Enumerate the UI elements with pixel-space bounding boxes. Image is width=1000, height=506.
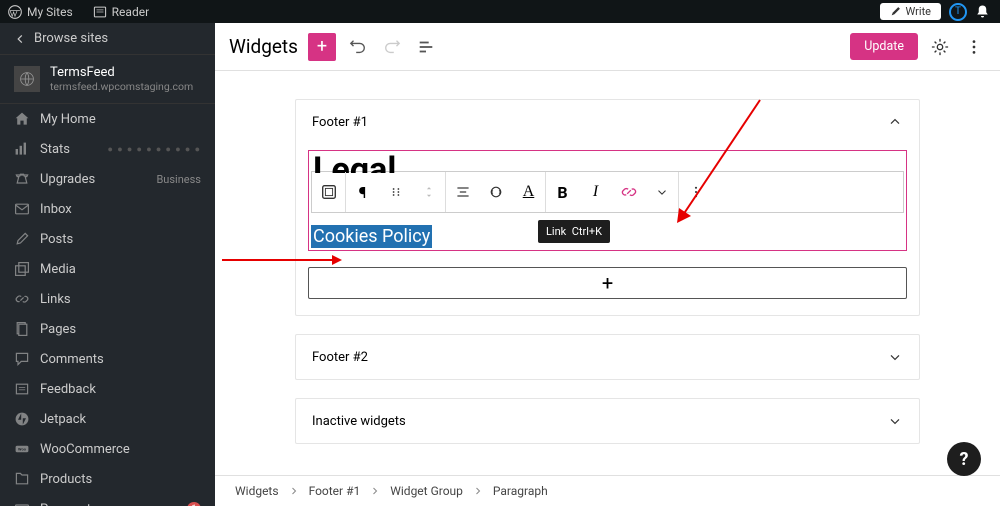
transform-button[interactable] (479, 172, 512, 212)
footer-2-header[interactable]: Footer #2 (296, 335, 919, 379)
more-formatting-button[interactable] (645, 172, 678, 212)
breadcrumb-item[interactable]: Paragraph (493, 484, 548, 498)
sidebar-item-inbox[interactable]: Inbox (0, 194, 215, 224)
avatar[interactable]: T (949, 3, 967, 21)
link-button[interactable] (612, 172, 645, 212)
link-icon (620, 183, 638, 201)
sidebar-item-my-home[interactable]: My Home (0, 104, 215, 134)
sidebar-item-feedback[interactable]: Feedback (0, 374, 215, 404)
chevron-left-icon (14, 33, 26, 45)
breadcrumb: Widgets Footer #1 Widget Group Paragraph (215, 475, 1000, 506)
woo-icon: Woo (14, 441, 30, 457)
my-sites-link[interactable]: My Sites (0, 5, 81, 19)
footer-1-panel: Footer #1 Legal ¶ (295, 99, 920, 316)
sidebar-item-pages[interactable]: Pages (0, 314, 215, 344)
paragraph-button[interactable]: ¶ (346, 172, 379, 212)
inactive-widgets-panel: Inactive widgets (295, 398, 920, 444)
chevron-right-icon (289, 486, 299, 496)
sidebar-item-posts[interactable]: Posts (0, 224, 215, 254)
comments-icon (14, 351, 30, 367)
reader-label: Reader (112, 5, 149, 19)
list-view-button[interactable] (414, 35, 438, 59)
inactive-widgets-header[interactable]: Inactive widgets (296, 399, 919, 443)
add-block-button[interactable]: + (308, 33, 336, 61)
my-sites-label: My Sites (27, 5, 73, 19)
block-more-button[interactable] (679, 172, 712, 212)
heading-block[interactable]: Legal (311, 153, 904, 173)
add-block-inline-button[interactable]: + (308, 267, 907, 299)
undo-button[interactable] (346, 35, 370, 59)
badge: 1 (187, 502, 201, 506)
drag-icon (390, 186, 402, 198)
svg-text:Woo: Woo (18, 447, 27, 452)
pages-icon (14, 321, 30, 337)
gear-icon (931, 38, 949, 56)
reader-link[interactable]: Reader (85, 5, 157, 19)
chevron-down-icon (887, 413, 903, 429)
sidebar-item-comments[interactable]: Comments (0, 344, 215, 374)
reader-icon (93, 5, 107, 19)
breadcrumb-item[interactable]: Footer #1 (309, 484, 361, 498)
chevron-down-icon (887, 349, 903, 365)
footer-2-panel: Footer #2 (295, 334, 920, 380)
sidebar-item-payments[interactable]: Payments1 (0, 494, 215, 506)
chevron-up-icon (887, 114, 903, 130)
align-button[interactable] (446, 172, 479, 212)
help-button[interactable]: ? (947, 442, 981, 476)
sidebar-item-woocommerce[interactable]: WooWooCommerce (0, 434, 215, 464)
bold-button[interactable]: B (546, 172, 579, 212)
home-icon (14, 111, 30, 127)
stats-icon (14, 141, 30, 157)
update-button[interactable]: Update (850, 33, 918, 60)
site-icon (14, 66, 40, 92)
inbox-icon (14, 201, 30, 217)
italic-button[interactable]: I (579, 172, 612, 212)
write-button[interactable]: Write (880, 3, 941, 20)
site-header[interactable]: TermsFeed termsfeed.wpcomstaging.com (0, 55, 215, 104)
page-title: Widgets (229, 35, 298, 58)
breadcrumb-item[interactable]: Widget Group (390, 484, 463, 498)
sidebar-item-stats[interactable]: Stats● ● ● ● ● ● ● ● ● ● (0, 134, 215, 164)
upgrades-icon (14, 171, 30, 187)
move-button[interactable] (412, 172, 445, 212)
breadcrumb-item[interactable]: Widgets (235, 484, 279, 498)
notifications-icon[interactable] (975, 4, 990, 19)
chevron-down-icon (655, 185, 669, 199)
more-options-button[interactable] (962, 35, 986, 59)
sidebar-item-jetpack[interactable]: Jetpack (0, 404, 215, 434)
text-color-button[interactable]: A (512, 172, 545, 212)
pen-icon (890, 6, 901, 17)
posts-icon (14, 231, 30, 247)
dots-vertical-icon (689, 185, 703, 199)
payments-icon (14, 501, 30, 506)
products-icon (14, 471, 30, 487)
settings-button[interactable] (928, 35, 952, 59)
block-toolbar: ¶ A B I (311, 171, 904, 213)
chevron-right-icon (370, 486, 380, 496)
site-url: termsfeed.wpcomstaging.com (50, 80, 201, 93)
sidebar-item-media[interactable]: Media (0, 254, 215, 284)
media-icon (14, 261, 30, 277)
site-name: TermsFeed (50, 65, 201, 80)
links-icon (14, 291, 30, 307)
feedback-icon (14, 381, 30, 397)
block-type-button[interactable] (312, 172, 345, 212)
link-tooltip: Link Ctrl+K (538, 220, 610, 243)
selected-paragraph-text[interactable]: Cookies Policy (311, 225, 432, 248)
sidebar-item-upgrades[interactable]: UpgradesBusiness (0, 164, 215, 194)
browse-sites-link[interactable]: Browse sites (0, 23, 215, 55)
sidebar-item-links[interactable]: Links (0, 284, 215, 314)
drag-handle[interactable] (379, 172, 412, 212)
footer-1-header[interactable]: Footer #1 (296, 100, 919, 144)
jetpack-icon (14, 411, 30, 427)
sidebar-item-products[interactable]: Products (0, 464, 215, 494)
chevron-right-icon (473, 486, 483, 496)
dots-vertical-icon (965, 38, 983, 56)
wordpress-icon (8, 5, 22, 19)
redo-button[interactable] (380, 35, 404, 59)
